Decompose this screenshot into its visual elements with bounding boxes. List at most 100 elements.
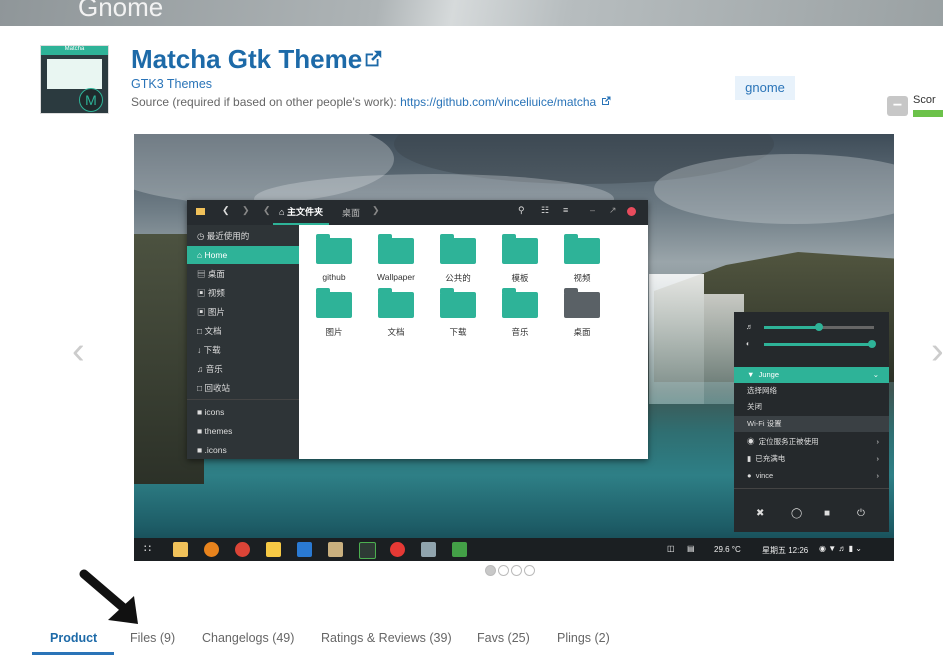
editor-app-icon[interactable] [297,542,312,557]
folder-icon[interactable] [378,288,414,318]
product-title: Matcha Gtk Theme [131,44,363,74]
folder-icon[interactable] [502,288,538,318]
gallery-dot[interactable] [498,565,509,576]
folder-icon[interactable] [440,234,476,264]
wifi-row[interactable]: ▼ Junge ⌄ [734,367,889,383]
gallery-dot[interactable] [524,565,535,576]
folder-label: 桌面 [573,327,591,337]
chrome-icon[interactable] [235,542,250,557]
maximize-icon[interactable]: ↗ [609,205,617,216]
folder-icon [196,208,205,215]
power-icon[interactable]: ⏻ [857,508,865,519]
back-icon[interactable]: ❮ [222,205,230,216]
sidebar-item-icons[interactable]: ■ icons [187,403,299,421]
sidebar-item-recent[interactable]: ◷ 最近使用的 [187,227,299,245]
tray-keyboard-icon[interactable]: ▤ [687,544,695,553]
tab-ratings-reviews[interactable]: Ratings & Reviews (39) [321,631,452,645]
user-item[interactable]: ● vince › [734,468,889,484]
netease-music-icon[interactable] [390,542,405,557]
gallery-next-arrow[interactable]: › [931,330,943,373]
path-right-icon[interactable]: ❯ [372,205,380,216]
sidebar-item-pictures[interactable]: ▣ 图片 [187,303,299,321]
sidebar-item-home[interactable]: ⌂ Home [187,246,299,264]
wifi-off-item[interactable]: 关闭 [734,399,889,415]
source-link[interactable]: https://github.com/vinceliuice/matcha [400,95,596,109]
file-manager-sidebar: ◷ 最近使用的 ⌂ Home ▤ 桌面 ▣ 视频 ▣ 图片 □ 文档 ↓ 下载 … [187,225,299,459]
search-icon[interactable]: ⚲ [518,205,525,216]
score-minus-button[interactable]: − [887,96,908,116]
tag-gnome[interactable]: gnome [735,76,795,100]
sidebar-item-music[interactable]: ♫ 音乐 [187,360,299,378]
folder-icon[interactable] [502,234,538,264]
tray-icon[interactable]: ◫ [667,544,675,553]
apps-grid-icon[interactable]: ∷ [144,542,151,555]
category-link[interactable]: GTK3 Themes [131,77,212,91]
folder-icon[interactable] [564,234,600,264]
volume-knob[interactable] [815,323,823,331]
folder-icon[interactable] [316,288,352,318]
folder-label: 文档 [387,327,405,337]
folder-label: 图片 [325,327,343,337]
folder-icon[interactable] [316,234,352,264]
external-link-icon[interactable] [600,95,612,107]
system-menu: ♬ ◐ ▼ Junge ⌄ 选择网络 关闭 Wi-Fi 设置 ◉ 定位服务正被使用… [734,312,889,532]
archive-app-icon[interactable] [328,542,343,557]
view-icon[interactable]: ☷ [541,205,549,216]
sidebar-item-desktop[interactable]: ▤ 桌面 [187,265,299,283]
path-left-icon[interactable]: ❮ [263,205,271,216]
settings-app-icon[interactable] [421,542,436,557]
files-app-icon[interactable] [173,542,188,557]
gallery-screenshot[interactable]: ❮ ❯ ❮ ⌂ 主文件夹 桌面 ❯ ⚲ ☷ ≡ – ↗ ◷ 最近使用的 ⌂ Ho… [134,134,894,561]
gallery-prev-arrow[interactable]: ‹ [72,330,85,373]
sidebar-item-downloads[interactable]: ↓ 下载 [187,341,299,359]
brightness-knob[interactable] [868,340,876,348]
sidebar-item-video[interactable]: ▣ 视频 [187,284,299,302]
sidebar-item-documents[interactable]: □ 文档 [187,322,299,340]
folder-label: Wallpaper [377,272,415,282]
tab-favs[interactable]: Favs (25) [477,631,530,645]
logo-letter: M [79,88,103,112]
folder-icon[interactable] [440,288,476,318]
monitor-app-icon[interactable] [359,542,376,559]
close-icon[interactable] [627,207,636,216]
source-label: Source (required if based on other peopl… [131,95,401,109]
tab-plings[interactable]: Plings (2) [557,631,610,645]
folder-icon[interactable] [564,288,600,318]
store-app-icon[interactable] [452,542,467,557]
settings-icon[interactable]: ✖ [756,508,764,519]
menu-icon[interactable]: ≡ [563,205,568,215]
product-logo: Matcha M [40,45,109,114]
clock[interactable]: 星期五 12:26 [762,545,808,556]
sidebar-item-themes[interactable]: ■ themes [187,422,299,440]
folder-label: github [322,272,346,282]
forward-icon[interactable]: ❯ [242,205,250,216]
folder-label: 下载 [449,327,467,337]
select-network-item[interactable]: 选择网络 [734,383,889,399]
tab-files[interactable]: Files (9) [130,631,175,645]
battery-item[interactable]: ▮ 已充满电 › [734,451,889,467]
status-icons[interactable]: ◉ ▼ ♬ ▮ ⌄ [819,544,862,553]
sidebar-item-dot-icons[interactable]: ■ .icons [187,441,299,459]
screenshot-icon[interactable]: ◯ [791,508,802,519]
weather-temperature[interactable]: 29.6 °C [714,545,741,554]
folder-icon[interactable] [378,234,414,264]
gallery-dot[interactable] [511,565,522,576]
folder-label: 模板 [511,273,529,283]
path-desktop[interactable]: 桌面 [342,206,360,219]
wifi-settings-item[interactable]: Wi-Fi 设置 [734,416,889,432]
tab-changelogs[interactable]: Changelogs (49) [202,631,294,645]
tab-product[interactable]: Product [50,631,97,645]
photos-app-icon[interactable] [266,542,281,557]
minimize-icon[interactable]: – [590,205,595,215]
file-manager-header: ❮ ❯ ❮ ⌂ 主文件夹 桌面 ❯ ⚲ ☷ ≡ – ↗ [187,200,648,225]
top-banner: Gnome [0,0,943,26]
gallery-dot[interactable] [485,565,496,576]
file-manager-window: ❮ ❯ ❮ ⌂ 主文件夹 桌面 ❯ ⚲ ☷ ≡ – ↗ ◷ 最近使用的 ⌂ Ho… [187,200,648,459]
banner-text: Gnome [78,0,164,22]
lock-icon[interactable]: ■ [824,508,830,519]
firefox-icon[interactable] [204,542,219,557]
location-item[interactable]: ◉ 定位服务正被使用 › [734,434,889,450]
external-link-icon[interactable] [362,48,384,70]
sidebar-item-trash[interactable]: □ 回收站 [187,379,299,397]
path-home[interactable]: ⌂ 主文件夹 [273,202,329,225]
